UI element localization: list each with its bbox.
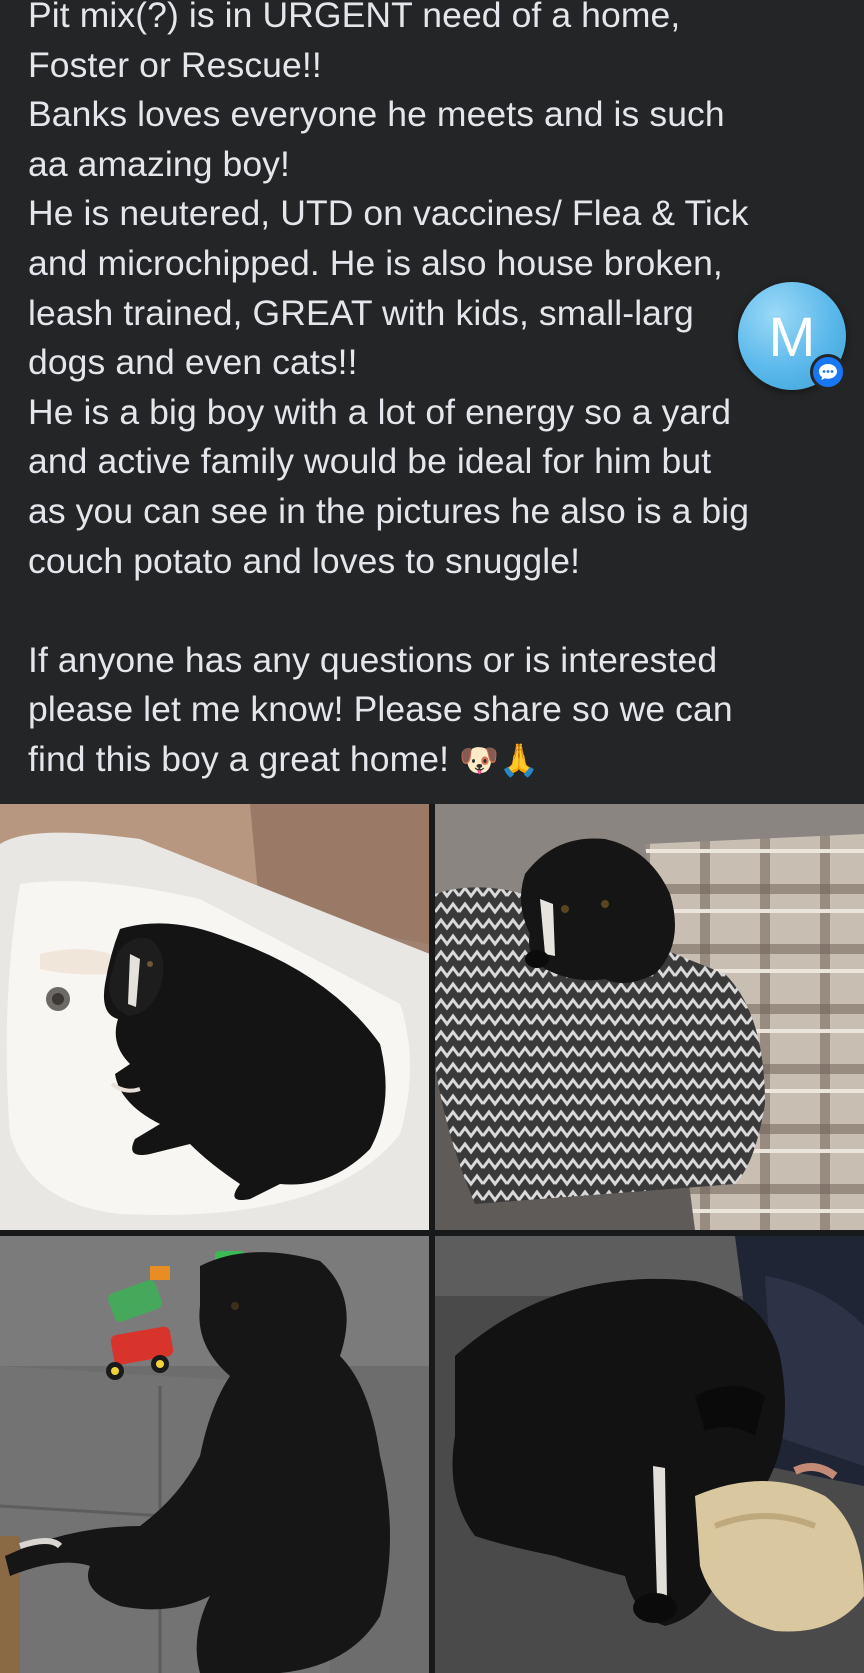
post-line: leash trained, GREAT with kids, small-la… — [28, 292, 694, 333]
dog-face-emoji-icon: 🐶 — [459, 740, 499, 779]
post-line: He is a big boy with a lot of energy so … — [28, 391, 732, 432]
post-line-last: find this boy a great home! 🐶🙏 — [28, 735, 838, 786]
dog-snuggling-child-photo[interactable] — [435, 1236, 864, 1673]
post-line: and microchipped. He is also house broke… — [28, 242, 723, 283]
photo-grid — [0, 804, 864, 1673]
post-line: and active family would be ideal for him… — [28, 441, 712, 482]
dog-in-bathtub-photo[interactable] — [0, 804, 429, 1230]
post-line: aa amazing boy! — [28, 143, 290, 184]
dog-on-blanket-photo[interactable] — [435, 804, 864, 1230]
post-line: Banks loves everyone he meets and is suc… — [28, 94, 725, 135]
post-line: Foster or Rescue!! — [28, 44, 322, 85]
dog-on-couch-with-toys-photo[interactable] — [0, 1236, 429, 1673]
chat-bubble-icon — [810, 354, 846, 390]
post-line: please let me know! Please share so we c… — [28, 689, 733, 730]
praying-hands-emoji-icon: 🙏 — [498, 740, 539, 779]
post-line: He is neutered, UTD on vaccines/ Flea & … — [28, 193, 749, 234]
post-line: couch potato and loves to snuggle! — [28, 540, 581, 581]
post-line-text: find this boy a great home! — [28, 738, 450, 779]
chat-head-initial: M — [768, 304, 816, 368]
post-line: as you can see in the pictures he also i… — [28, 490, 750, 531]
post-text: Pit mix(?) is in URGENT need of a home, … — [28, 0, 838, 786]
post-line: Pit mix(?) is in URGENT need of a home, — [28, 0, 681, 35]
post-line: dogs and even cats!! — [28, 342, 358, 383]
post-line: If anyone has any questions or is intere… — [28, 639, 718, 680]
post-blank-line — [28, 586, 838, 636]
